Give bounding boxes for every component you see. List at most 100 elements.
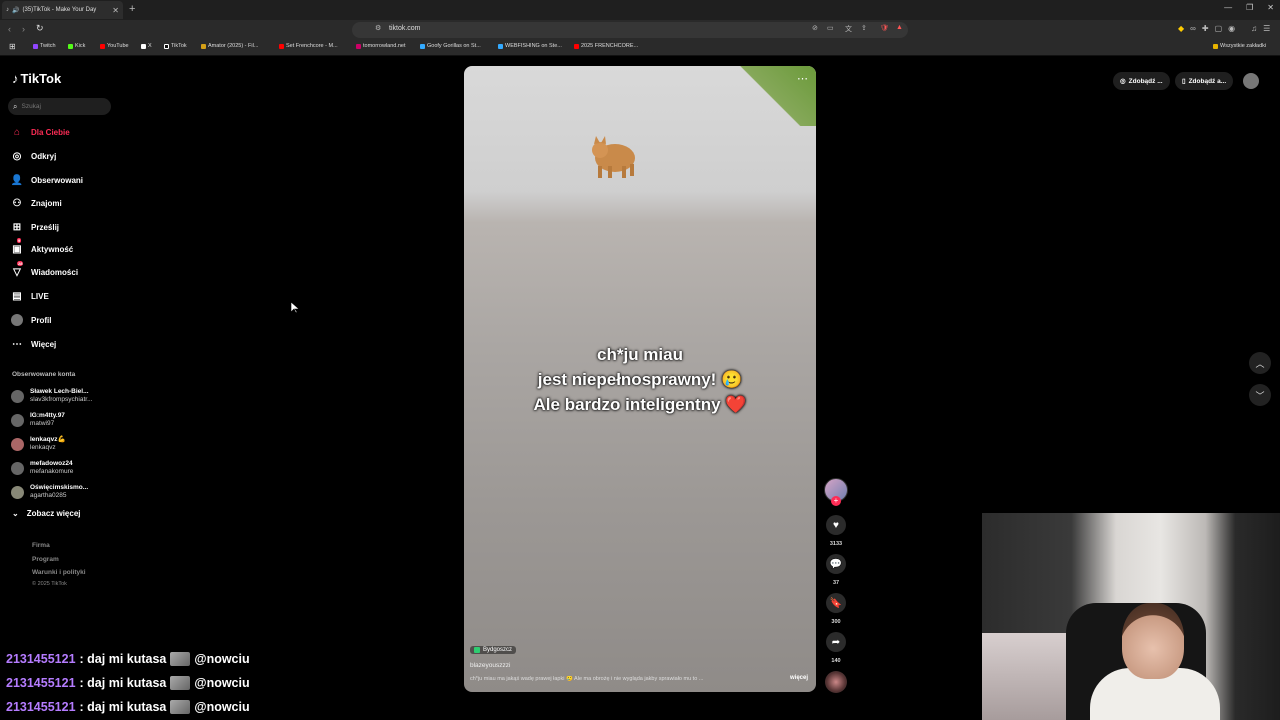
bookmark-icon: 🔖	[829, 597, 843, 609]
see-more-button[interactable]: ⌄ Zobacz więcej	[12, 509, 81, 518]
nav-obserwowani[interactable]: 👤 Obserwowani	[11, 174, 83, 186]
audio-icon[interactable]: 🔊	[12, 7, 19, 14]
tiktok-logo[interactable]: ♪ TikTok	[12, 71, 61, 86]
site-info-icon[interactable]: ⚙	[375, 24, 381, 32]
close-window-icon[interactable]: ✕	[1267, 3, 1274, 12]
comment-button[interactable]: 💬	[826, 554, 846, 574]
follow-plus-icon[interactable]: +	[831, 496, 841, 506]
home-icon: ⌂	[13, 126, 21, 138]
messages-icon: ▽ 28	[13, 261, 24, 278]
nav-odkryj[interactable]: ◎ Odkryj	[11, 150, 57, 162]
minimize-icon[interactable]: —	[1224, 3, 1232, 12]
bookmark-amator[interactable]: Amator (2025) - Fil...	[201, 43, 258, 49]
back-icon[interactable]: ‹	[8, 24, 11, 34]
bookmark-goofy-gorillas[interactable]: Goofy Gorillas on St...	[420, 43, 481, 49]
get-app-button[interactable]: ▯ Zdobądź a...	[1175, 72, 1234, 90]
comment-count: 37	[832, 580, 840, 586]
bookmark-webfishing[interactable]: WEBFISHING on Ste...	[498, 43, 562, 49]
search-icon: ⌕	[13, 101, 18, 111]
bookmark-tomorrowland[interactable]: tomorrowland.net	[356, 43, 406, 49]
menu-icon[interactable]: ☰	[1263, 24, 1270, 33]
following-account[interactable]: IG:m4tty.97 matwi97	[11, 412, 65, 428]
search-box[interactable]: ⌕	[8, 98, 111, 115]
bookmark-frenchcore-set[interactable]: Set Frenchcore - M...	[279, 43, 338, 49]
apps-icon[interactable]: ⊞	[9, 42, 16, 51]
copyright: © 2025 TikTok	[32, 581, 67, 587]
like-button[interactable]: ♥	[826, 515, 846, 535]
chat-emote-icon	[170, 700, 191, 714]
puzzle-icon[interactable]: ✚	[1202, 24, 1209, 33]
extension-icon[interactable]: ◆	[1178, 24, 1184, 33]
following-account[interactable]: lenkaqvz💪 lenkaqvz	[11, 436, 66, 452]
following-account[interactable]: Oświęcimskismo... agartha0285	[11, 484, 88, 500]
bookmark-tiktok[interactable]: TikTok	[164, 43, 187, 49]
get-coins-button[interactable]: ◎ Zdobądź ...	[1113, 72, 1170, 90]
nav-dla-ciebie[interactable]: ⌂ Dla Ciebie	[11, 126, 70, 138]
mouse-cursor-icon	[291, 302, 299, 314]
browser-tab[interactable]: ♪ 🔊 (35)TikTok - Make Your Day ✕	[2, 1, 123, 19]
avatar	[11, 413, 24, 427]
video-more-link[interactable]: więcej	[790, 675, 808, 681]
nav-wiecej[interactable]: ⋯ Więcej	[11, 338, 56, 350]
tab-title: (35)TikTok - Make Your Day	[22, 7, 97, 13]
footer-link-terms[interactable]: Warunki i polityki	[32, 569, 86, 576]
vpn-icon[interactable]: ∞	[1190, 24, 1196, 33]
video-more-options-icon[interactable]: ⋯	[797, 72, 808, 85]
coin-icon: ◎	[1120, 78, 1126, 85]
screen-icon[interactable]: ▭	[827, 24, 834, 32]
reload-icon[interactable]: ↻	[36, 23, 44, 34]
close-tab-icon[interactable]: ✕	[112, 6, 119, 15]
brave-rewards-icon[interactable]: ▲	[896, 24, 903, 31]
previous-video-button[interactable]: ︿	[1249, 352, 1271, 374]
nav-wiadomosci[interactable]: ▽ 28 Wiadomości	[11, 261, 78, 278]
forward-icon[interactable]: ›	[22, 24, 25, 34]
video-username[interactable]: blazeyouszzzi	[470, 662, 510, 669]
sidebar-icon[interactable]: ▢	[1215, 24, 1223, 33]
nav-znajomi[interactable]: ⚇ Znajomi	[11, 197, 62, 209]
new-tab-icon[interactable]: +	[129, 3, 135, 15]
search-input[interactable]	[21, 103, 102, 110]
reader-icon[interactable]: ⊘	[812, 24, 818, 32]
bookmark-x[interactable]: X	[141, 43, 152, 49]
chevron-down-icon: ﹀	[1255, 390, 1265, 401]
following-account[interactable]: Sławek Lech-Biel... slav3kfrompsychiatr..…	[11, 388, 93, 404]
bookmark-frenchcore-2025[interactable]: 2025 FRENCHCORE...	[574, 43, 638, 49]
all-bookmarks[interactable]: Wszystkie zakładki	[1213, 43, 1266, 49]
following-account[interactable]: mefadowoz24 mefanakomure	[11, 460, 73, 476]
save-button[interactable]: 🔖	[826, 593, 846, 613]
share-icon[interactable]: ⇪	[861, 24, 867, 32]
footer-link-firma[interactable]: Firma	[32, 542, 50, 549]
messages-badge: 28	[17, 261, 24, 266]
chat-message: 2131455121 : daj mi kutasa @nowciu	[6, 652, 250, 666]
url-text: tiktok.com	[389, 25, 421, 32]
user-avatar[interactable]	[1243, 73, 1259, 89]
nav-aktywnosc[interactable]: ▣ 9 Aktywność	[11, 238, 73, 255]
video-location-tag[interactable]: Bydgoszcz	[470, 646, 517, 654]
restore-icon[interactable]: ❐	[1246, 3, 1253, 12]
media-icon[interactable]: ♫	[1251, 24, 1257, 33]
bookmark-kick[interactable]: Kick	[68, 43, 85, 49]
chat-message: 2131455121 : daj mi kutasa @nowciu	[6, 676, 250, 690]
profile-avatar-icon[interactable]: ◉	[1228, 24, 1235, 33]
brave-shield-icon[interactable]: 🛡	[880, 24, 889, 32]
chat-message: 2131455121 : daj mi kutasa @nowciu	[6, 700, 250, 714]
chevron-up-icon: ︿	[1255, 358, 1265, 369]
nav-live[interactable]: ▤ LIVE	[11, 290, 49, 302]
browser-tab-bar: ♪ 🔊 (35)TikTok - Make Your Day ✕ + — ❐ ✕	[0, 0, 1280, 20]
share-button[interactable]: ➦	[826, 632, 846, 652]
address-bar[interactable]	[352, 22, 908, 38]
comment-icon: 💬	[829, 558, 843, 570]
next-video-button[interactable]: ﹀	[1249, 384, 1271, 406]
music-disc-icon[interactable]	[825, 671, 847, 693]
phone-icon: ▯	[1182, 78, 1186, 85]
bookmark-youtube[interactable]: YouTube	[100, 43, 129, 49]
video-player[interactable]: ⋯ ch*ju miau jest niepełnosprawny! 🥲 Ale…	[464, 66, 816, 692]
avatar	[11, 461, 24, 475]
nav-profil[interactable]: Profil	[11, 314, 51, 326]
webcam-head	[1122, 603, 1184, 679]
nav-przeslij[interactable]: ⊞ Prześlij	[11, 221, 59, 233]
bookmark-twitch[interactable]: Twitch	[33, 43, 56, 49]
translate-icon[interactable]: 文	[845, 24, 852, 34]
footer-link-program[interactable]: Program	[32, 556, 59, 563]
friends-icon: ⚇	[12, 197, 22, 209]
